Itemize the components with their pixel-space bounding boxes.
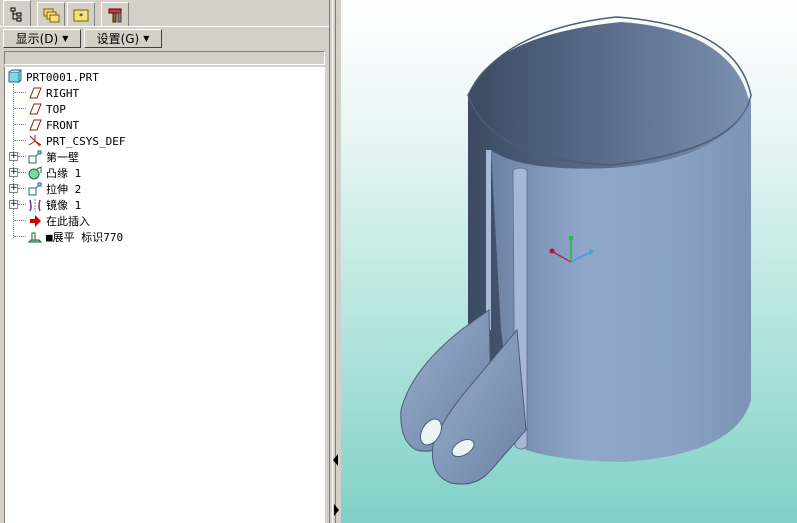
tree-connector — [14, 92, 26, 93]
model-tree-tab-icon — [10, 7, 22, 22]
tree-item-label: PRT_CSYS_DEF — [46, 134, 126, 148]
panel-tabs: * — [0, 0, 329, 27]
tree-item-insert-here[interactable]: 在此插入 — [27, 213, 90, 229]
tree-root[interactable]: PRT0001.PRT — [7, 69, 99, 85]
tree-filter-bar[interactable] — [4, 51, 325, 65]
coordinate-system-icon — [27, 133, 43, 149]
tree-item-flatten[interactable]: ■展平 标识770 — [27, 229, 123, 245]
tools-tab-icon — [108, 8, 122, 22]
part-icon — [7, 69, 23, 85]
extrude-icon — [27, 181, 43, 197]
chevron-down-icon: ▼ — [143, 34, 150, 43]
tree-connector — [14, 140, 26, 141]
show-menu-button[interactable]: 显示(D) ▼ — [3, 29, 81, 48]
tree-item-first-wall[interactable]: 第一壁 — [27, 149, 79, 165]
tree-connector — [14, 220, 26, 221]
tree-connector — [18, 204, 26, 205]
tab-tools[interactable] — [101, 2, 129, 26]
tree-item-label: 拉伸 2 — [46, 183, 82, 196]
tree-item-top[interactable]: TOP — [27, 101, 66, 117]
insert-here-arrow-icon — [27, 213, 43, 229]
expand-toggle[interactable]: + — [9, 152, 18, 161]
tree-connector — [18, 172, 26, 173]
tree-menubar: 显示(D) ▼ 设置(G) ▼ — [0, 28, 329, 49]
tree-item-csys[interactable]: PRT_CSYS_DEF — [27, 133, 125, 149]
model-tree: + + + + PRT0001.PRT RIGHT TOP FRONT PRT_… — [4, 67, 325, 523]
sheetmetal-model — [400, 16, 752, 485]
tree-item-label: 凸缘 1 — [46, 167, 82, 180]
tree-item-extrude[interactable]: 拉伸 2 — [27, 181, 81, 197]
expand-toggle[interactable]: + — [9, 168, 18, 177]
tree-item-label: 第一壁 — [46, 151, 79, 164]
tree-item-label: FRONT — [46, 118, 80, 132]
model-tree-panel: * 显示(D) ▼ 设置(G) ▼ + + + + PRT0001.PRT RI… — [0, 0, 329, 523]
tree-item-label: RIGHT — [46, 86, 80, 100]
3d-viewport[interactable] — [341, 0, 797, 523]
datum-plane-icon — [27, 117, 43, 133]
tree-connector — [14, 124, 26, 125]
panel-splitter[interactable] — [329, 0, 341, 523]
tree-item-label: ■展平 标识770 — [46, 231, 124, 244]
tabs-divider — [0, 26, 329, 27]
model-slit-edge — [486, 150, 491, 332]
tree-item-label: 镜像 1 — [46, 199, 82, 212]
settings-menu-button[interactable]: 设置(G) ▼ — [84, 29, 162, 48]
tree-item-flange[interactable]: 凸缘 1 — [27, 165, 81, 181]
first-wall-icon — [27, 149, 43, 165]
svg-text:*: * — [79, 12, 83, 21]
datum-plane-icon — [27, 101, 43, 117]
settings-menu-label: 设置(G) — [96, 32, 140, 46]
tab-layers[interactable] — [37, 2, 65, 26]
tree-item-front[interactable]: FRONT — [27, 117, 79, 133]
tree-connector — [14, 236, 26, 237]
tree-connector — [18, 188, 26, 189]
tree-item-right[interactable]: RIGHT — [27, 85, 79, 101]
flange-icon — [27, 165, 43, 181]
expand-toggle[interactable]: + — [9, 200, 18, 209]
expand-toggle[interactable]: + — [9, 184, 18, 193]
splitter-grip — [332, 0, 336, 523]
tree-connector — [14, 108, 26, 109]
tab-favorites[interactable]: * — [67, 2, 95, 26]
tree-root-label: PRT0001.PRT — [26, 70, 99, 84]
chevron-down-icon: ▼ — [62, 34, 69, 43]
show-menu-label: 显示(D) — [15, 32, 59, 46]
tree-item-mirror[interactable]: 镜像 1 — [27, 197, 81, 213]
favorites-tab-icon: * — [73, 9, 89, 21]
flatten-icon — [27, 229, 43, 245]
layers-tab-icon — [43, 8, 60, 22]
tab-model-tree[interactable] — [3, 0, 31, 27]
datum-plane-icon — [27, 85, 43, 101]
mirror-icon — [27, 197, 43, 213]
tree-item-label: 在此插入 — [46, 215, 90, 228]
tree-connector — [18, 156, 26, 157]
tree-item-label: TOP — [46, 102, 66, 116]
